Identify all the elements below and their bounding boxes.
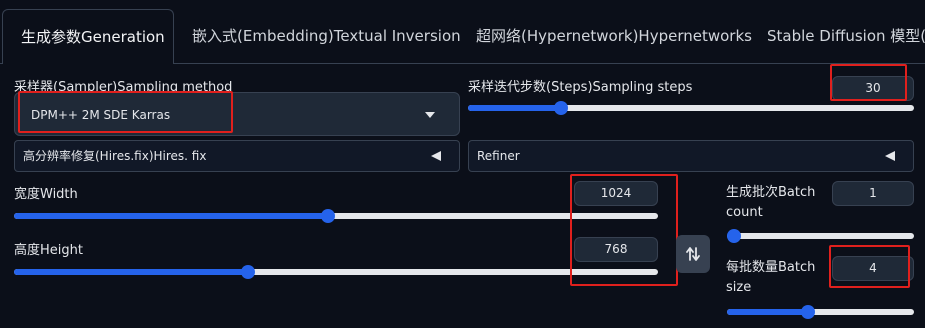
tab-bar: 生成参数Generation 嵌入式(Embedding)Textual Inv… <box>0 0 925 64</box>
height-input[interactable]: 768 <box>574 237 658 262</box>
height-slider[interactable] <box>14 264 658 280</box>
batch-size-slider[interactable] <box>727 304 914 320</box>
sampler-dropdown[interactable]: DPM++ 2M SDE Karras <box>14 92 460 136</box>
swap-dimensions-button[interactable] <box>676 235 710 273</box>
chevron-down-icon <box>425 112 435 118</box>
steps-slider[interactable] <box>468 100 914 116</box>
batch-count-label-text: 生成批次Batch count <box>726 185 816 220</box>
tab-hypernetworks-label: 超网络(Hypernetwork)Hypernetworks <box>476 27 752 45</box>
batch-size-label: 每批数量Batch size <box>726 258 826 298</box>
tab-hypernetworks[interactable]: 超网络(Hypernetwork)Hypernetworks <box>476 9 752 64</box>
hires-fix-label: 高分辨率修复(Hires.fix)Hires. fix <box>23 149 207 163</box>
width-slider[interactable] <box>14 208 658 224</box>
batch-count-slider-thumb[interactable] <box>727 229 741 243</box>
refiner-label: Refiner <box>477 149 520 163</box>
height-slider-thumb[interactable] <box>240 265 255 279</box>
tab-generation[interactable]: 生成参数Generation <box>2 9 174 64</box>
refiner-accordion[interactable]: Refiner <box>468 140 914 172</box>
batch-size-label-text: 每批数量Batch size <box>726 260 816 295</box>
collapse-arrow-icon <box>431 151 441 161</box>
tab-textual-inversion-label: 嵌入式(Embedding)Textual Inversion <box>192 27 461 45</box>
tab-checkpoints[interactable]: Stable Diffusion 模型(ck <box>767 9 925 64</box>
steps-label: 采样迭代步数(Steps)Sampling steps <box>468 80 693 95</box>
batch-count-input[interactable]: 1 <box>832 181 914 206</box>
swap-arrows-icon <box>686 247 700 261</box>
tab-textual-inversion[interactable]: 嵌入式(Embedding)Textual Inversion <box>192 9 461 64</box>
width-label: 宽度Width <box>14 187 78 202</box>
tab-checkpoints-label: Stable Diffusion 模型(ck <box>767 27 925 45</box>
batch-size-input[interactable]: 4 <box>832 256 914 281</box>
steps-input[interactable]: 30 <box>832 76 914 101</box>
batch-count-label: 生成批次Batch count <box>726 183 826 223</box>
steps-slider-thumb[interactable] <box>554 101 569 115</box>
sampler-value: DPM++ 2M SDE Karras <box>31 108 171 122</box>
hires-fix-accordion[interactable]: 高分辨率修复(Hires.fix)Hires. fix <box>14 140 460 172</box>
height-label: 高度Height <box>14 243 83 258</box>
batch-count-slider[interactable] <box>727 228 914 244</box>
collapse-arrow-icon <box>885 151 895 161</box>
batch-size-slider-thumb[interactable] <box>801 305 816 319</box>
tab-generation-label: 生成参数Generation <box>21 28 165 46</box>
width-slider-thumb[interactable] <box>320 209 335 223</box>
width-input[interactable]: 1024 <box>574 181 658 206</box>
